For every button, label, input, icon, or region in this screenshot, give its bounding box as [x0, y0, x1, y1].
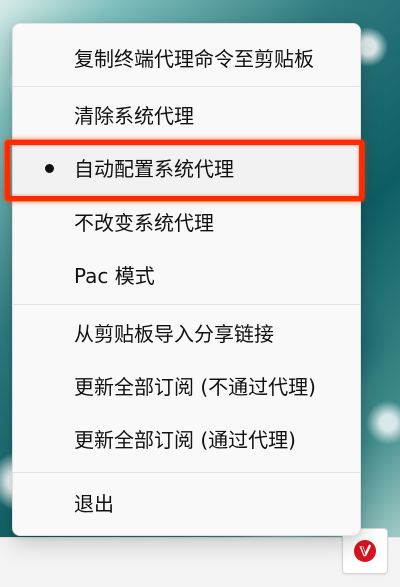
- menu-item-import-share-link[interactable]: 从剪贴板导入分享链接: [13, 308, 360, 360]
- menu-item-update-subscriptions-direct[interactable]: 更新全部订阅 (不通过代理): [13, 361, 360, 413]
- menu-item-exit[interactable]: 退出: [13, 478, 360, 530]
- menu-item-label: 从剪贴板导入分享链接: [74, 322, 274, 346]
- menu-item-label: 自动配置系统代理: [74, 157, 234, 181]
- menu-item-update-subscriptions-proxy[interactable]: 更新全部订阅 (通过代理): [13, 414, 360, 466]
- menu-divider: [13, 86, 360, 87]
- menu-item-auto-system-proxy[interactable]: 自动配置系统代理: [13, 143, 360, 195]
- selected-radio-dot-icon: [45, 164, 54, 173]
- menu-item-label: 更新全部订阅 (不通过代理): [74, 375, 316, 399]
- menu-divider: [13, 472, 360, 473]
- menu-item-clear-system-proxy[interactable]: 清除系统代理: [13, 90, 360, 142]
- menu-item-pac-mode[interactable]: Pac 模式: [13, 250, 360, 302]
- menu-item-label: 复制终端代理命令至剪贴板: [74, 47, 314, 71]
- tray-context-menu: 复制终端代理命令至剪贴板 清除系统代理 自动配置系统代理 不改变系统代理 Pac…: [12, 23, 361, 536]
- menu-item-label: 退出: [74, 492, 114, 516]
- menu-item-label: 更新全部订阅 (通过代理): [74, 428, 296, 452]
- menu-item-keep-system-proxy[interactable]: 不改变系统代理: [13, 197, 360, 249]
- menu-divider: [13, 304, 360, 305]
- menu-item-label: 不改变系统代理: [74, 211, 214, 235]
- menu-item-label: Pac 模式: [74, 264, 155, 288]
- taskbar: [0, 537, 400, 587]
- v2rayn-logo-icon: [354, 540, 376, 562]
- menu-item-copy-proxy-command[interactable]: 复制终端代理命令至剪贴板: [13, 33, 360, 85]
- menu-item-label: 清除系统代理: [74, 104, 194, 128]
